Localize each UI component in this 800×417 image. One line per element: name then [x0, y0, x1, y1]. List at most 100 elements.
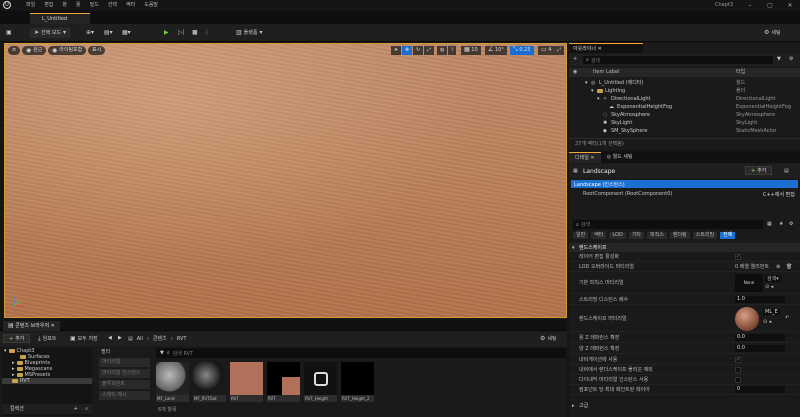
add-content-icon[interactable]: ⊕▾: [86, 28, 94, 38]
outliner-row[interactable]: ▾ Lighting 폴더: [569, 87, 800, 95]
menu-edit[interactable]: 편집: [44, 1, 53, 8]
move-tool-icon[interactable]: ✥: [402, 46, 413, 55]
world-space-icon[interactable]: ◍: [437, 46, 448, 55]
advanced-toggle[interactable]: ▸ 고급: [569, 401, 800, 410]
asset-search-input[interactable]: ▼ ⌕ 검색 RVT: [156, 348, 566, 358]
lock-icon[interactable]: ▤: [784, 168, 789, 174]
prop-number-input[interactable]: 0.0: [735, 334, 785, 341]
stop-icon[interactable]: ■: [192, 28, 198, 38]
filter-actor[interactable]: 액터: [591, 232, 607, 239]
filter-static-mesh[interactable]: 스태틱 메시: [99, 391, 150, 400]
filter-blueprint[interactable]: 블루프린트: [99, 380, 150, 389]
save-all-button[interactable]: ▣ 모두 저장: [70, 335, 98, 342]
asset-tile[interactable]: MF_Land: [156, 362, 189, 402]
tab-world-settings[interactable]: ◎ 월드 세팅: [601, 152, 639, 163]
grid-snap-button[interactable]: ▦ 10: [461, 46, 481, 55]
tab-content-browser[interactable]: ▤ 콘텐츠 브라우저 ✕: [3, 321, 60, 331]
outliner-row[interactable]: ◌ SkyAtmosphere SkyAtmosphere: [569, 111, 800, 119]
save-icon[interactable]: ▣: [6, 28, 12, 38]
filter-material[interactable]: 머티리얼: [99, 358, 150, 367]
perspective-button[interactable]: ◉ 원근: [22, 46, 47, 55]
asset-picker-thumbnail[interactable]: None: [735, 273, 763, 292]
level-viewport[interactable]: ≡ ◉ 원근 ◉ 라이팅포함 표시 ➤ ✥ ↻ ⤢ ◍ ⌇ ▦ 10 ∠ 10° ⤡…: [4, 43, 567, 318]
sequence-icon[interactable]: ▦▾: [122, 28, 131, 38]
collections-bar[interactable]: 컬렉션 + ⌕: [2, 404, 92, 414]
menu-help[interactable]: 도움말: [144, 1, 158, 8]
breadcrumb-content[interactable]: 콘텐츠: [153, 335, 167, 342]
prop-number-input[interactable]: 0: [735, 386, 785, 393]
add-component-button[interactable]: + 추가: [745, 166, 773, 175]
close-tab-icon[interactable]: ✕: [51, 323, 55, 329]
show-button[interactable]: 표시: [88, 46, 106, 55]
material-thumbnail[interactable]: [735, 306, 759, 331]
filter-icon[interactable]: ▼: [777, 56, 781, 62]
viewport-menu-icon[interactable]: ≡: [8, 46, 21, 55]
menu-tools[interactable]: 툴: [76, 1, 81, 8]
more-icon[interactable]: ⋮: [204, 28, 210, 38]
lit-button[interactable]: ◉ 라이팅포함: [48, 46, 87, 55]
outliner-row[interactable]: ▾ ◎ L_Untitled (에디터) 월드: [569, 79, 800, 87]
asset-tile[interactable]: MF_RVTOut: [193, 362, 226, 402]
filter-all[interactable]: 전체: [720, 232, 736, 239]
asset-tile[interactable]: RVT: [230, 362, 263, 402]
select-mode-button[interactable]: ➤ 선택 모드 ▾: [30, 28, 71, 38]
platforms-button[interactable]: ▥ 플랫폼 ▾: [236, 28, 263, 38]
asset-tile[interactable]: RVT_Height_2: [341, 362, 374, 402]
table-view-icon[interactable]: ▦: [767, 221, 772, 227]
prop-checkbox[interactable]: [735, 366, 741, 373]
asset-dropdown[interactable]: 검색▾: [765, 275, 781, 282]
search-collection-icon[interactable]: ⌕: [85, 406, 88, 412]
cb-settings-button[interactable]: ⚙ 세팅: [540, 335, 557, 342]
root-component-row[interactable]: RootComponent (RootComponent0) C++에서 편집: [569, 190, 800, 198]
filter-streaming[interactable]: 스트리밍: [692, 232, 718, 239]
add-element-icon[interactable]: ⊕: [776, 264, 780, 270]
surface-snap-icon[interactable]: ⌇: [448, 46, 457, 55]
play-icon[interactable]: ▶: [164, 28, 169, 38]
maximize-icon[interactable]: ▢: [760, 0, 780, 11]
filter-general[interactable]: 일반: [573, 232, 589, 239]
material-dropdown[interactable]: ML_E: [763, 309, 780, 315]
back-icon[interactable]: ◀: [108, 335, 112, 341]
browse-icon[interactable]: ⊙ ◂: [763, 319, 771, 325]
filter-misc[interactable]: 기타: [628, 232, 645, 239]
scale-tool-icon[interactable]: ⤢: [424, 46, 435, 55]
outliner-row[interactable]: ◆ SM_SkySphere StaticMeshActor: [569, 127, 800, 135]
gear-icon[interactable]: ⚙: [789, 221, 793, 227]
details-search-input[interactable]: ⌕ 검색: [573, 220, 763, 229]
rotation-snap-button[interactable]: ∠ 10°: [485, 46, 507, 55]
prop-number-input[interactable]: 0.0: [735, 345, 785, 352]
filter-lod[interactable]: LOD: [609, 232, 626, 239]
breadcrumb-all[interactable]: All: [137, 336, 143, 342]
asset-tile[interactable]: RVT: [267, 362, 300, 402]
favorite-icon[interactable]: ★: [779, 221, 783, 227]
menu-actor[interactable]: 액터: [126, 1, 135, 8]
close-tab-icon[interactable]: ✕: [590, 155, 594, 161]
add-icon[interactable]: +: [573, 56, 577, 62]
close-tab-icon[interactable]: ✕: [598, 46, 602, 52]
rotate-tool-icon[interactable]: ↻: [413, 46, 424, 55]
outliner-row[interactable]: ☁ ExponentialHeightFog ExponentialHeightFo…: [569, 103, 800, 111]
add-button[interactable]: + 추가: [3, 334, 31, 343]
menu-build[interactable]: 빌드: [90, 1, 99, 8]
tab-details[interactable]: 디테일 ✕: [569, 152, 601, 163]
eye-icon[interactable]: ◉: [573, 68, 577, 77]
prop-checkbox[interactable]: [735, 376, 741, 383]
breadcrumb-rvt[interactable]: RVT: [177, 336, 187, 342]
menu-select[interactable]: 선택: [108, 1, 117, 8]
scale-snap-button[interactable]: ⤡ 0.25: [510, 46, 534, 55]
prop-checkbox[interactable]: ✓: [735, 253, 741, 260]
reset-icon[interactable]: ↶: [785, 315, 789, 321]
outliner-row[interactable]: ✺ SkyLight SkyLight: [569, 119, 800, 127]
outliner-search-input[interactable]: ⌕ 검색: [583, 56, 773, 64]
tab-outliner[interactable]: 아웃라이너 ✕: [569, 43, 643, 53]
filter-rendering[interactable]: 렌더링: [669, 232, 690, 239]
asset-tile[interactable]: RVT_Height: [304, 362, 337, 402]
maximize-viewport-icon[interactable]: ⤢: [554, 46, 565, 55]
forward-icon[interactable]: ▶: [118, 335, 122, 341]
column-type[interactable]: 타입: [736, 68, 745, 77]
tree-item-rvt[interactable]: RVT: [2, 378, 92, 384]
blueprint-icon[interactable]: ▤▾: [104, 28, 113, 38]
menu-window[interactable]: 창: [62, 1, 67, 8]
column-item-label[interactable]: Item Label: [593, 68, 619, 77]
clear-icon[interactable]: 🗑: [786, 264, 792, 270]
